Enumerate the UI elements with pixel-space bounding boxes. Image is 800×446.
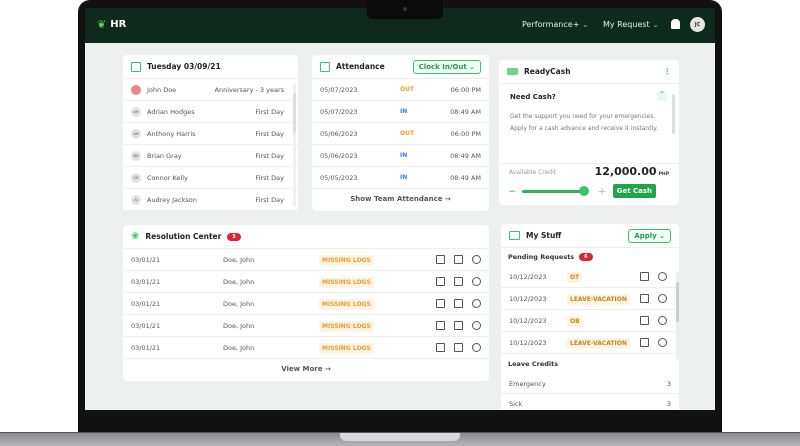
leave-credit-row: Sick 3	[501, 394, 679, 410]
mail-icon[interactable]	[454, 343, 463, 352]
plus-button[interactable]: +	[598, 185, 607, 198]
request-row: 10/12/2023 LEAVE-VACATION	[501, 332, 679, 354]
calendar-check-icon	[320, 61, 330, 72]
resolution-row: 03/01/21 Doe, John MISSING LOGS	[123, 315, 489, 337]
calendar-row[interactable]: AJ Audrey Jackson First Day	[123, 189, 298, 211]
user-initials-avatar: AH	[131, 128, 141, 139]
status-badge: MISSING LOGS	[319, 342, 374, 354]
leave-credit-row: Emergency 3	[501, 374, 679, 394]
edit-icon[interactable]	[640, 272, 649, 281]
edit-icon[interactable]	[640, 338, 649, 347]
minus-button[interactable]: —	[509, 187, 516, 195]
request-type-badge: LEAVE-VACATION	[567, 293, 630, 305]
mail-icon[interactable]	[454, 299, 463, 308]
logo[interactable]: ❦ HR	[97, 18, 126, 31]
count-badge: 5	[227, 232, 241, 241]
more-icon[interactable]: ⋮	[664, 67, 672, 76]
edit-icon[interactable]	[436, 321, 445, 330]
mail-icon[interactable]	[454, 255, 463, 264]
request-row: 10/12/2023 LEAVE-VACATION	[501, 288, 679, 310]
user-initials-avatar: AJ	[131, 194, 141, 205]
mail-icon[interactable]	[454, 321, 463, 330]
remove-icon[interactable]	[472, 255, 481, 264]
resolution-row: 03/01/21 Doe, John MISSING LOGS	[123, 271, 489, 293]
my-stuff-card: My Stuff Apply ⌄ Pending Requests 6 10/12/…	[501, 224, 679, 410]
attendance-row: 05/06/2023 OUT 06:00 PM	[312, 123, 489, 145]
slider-knob[interactable]	[578, 185, 589, 196]
resolution-center-card: ❀ Resolution Center 5 03/01/21 Doe, John MIS…	[123, 225, 489, 381]
remove-icon[interactable]	[472, 299, 481, 308]
request-row: 10/12/2023 OB	[501, 310, 679, 332]
calendar-row[interactable]: CK Connor Kelly First Day	[123, 167, 298, 189]
bell-icon[interactable]	[671, 19, 680, 29]
show-team-attendance-link[interactable]: Show Team Attendance →	[312, 189, 489, 209]
edit-icon[interactable]	[436, 343, 445, 352]
status-badge: MISSING LOGS	[319, 254, 374, 266]
resolution-row: 03/01/21 Doe, John MISSING LOGS	[123, 337, 489, 359]
attendance-row: 05/07/2023 OUT 06:00 PM	[312, 79, 489, 101]
camera-notch	[367, 0, 443, 19]
need-cash-heading: Need Cash?	[510, 93, 556, 101]
edit-icon[interactable]	[436, 277, 445, 286]
resolution-row: 03/01/21 Doe, John MISSING LOGS	[123, 293, 489, 315]
nav-performance[interactable]: Performance+ ⌄	[522, 20, 589, 29]
clock-in-out-button[interactable]: Clock In/Out ⌄	[412, 59, 481, 74]
cancel-icon[interactable]	[658, 338, 667, 347]
edit-icon[interactable]	[436, 255, 445, 264]
cancel-icon[interactable]	[658, 294, 667, 303]
edit-icon[interactable]	[640, 294, 649, 303]
user-photo	[131, 84, 141, 95]
user-initials-avatar: CK	[131, 172, 141, 183]
request-row: 10/12/2023 OT	[501, 266, 679, 288]
chevron-down-icon: ⌄	[652, 20, 659, 29]
remove-icon[interactable]	[472, 277, 481, 286]
edit-icon[interactable]	[640, 316, 649, 325]
request-type-badge: LEAVE-VACATION	[567, 337, 630, 349]
cancel-icon[interactable]	[658, 316, 667, 325]
calendar-row[interactable]: AH Anthony Harris First Day	[123, 123, 298, 145]
calendar-card: Tuesday 03/09/21 John Doe Anniversary - 3…	[123, 55, 298, 211]
status-badge: MISSING LOGS	[319, 320, 374, 332]
cash-icon	[507, 68, 518, 75]
attendance-row: 05/07/2023 IN 08:49 AM	[312, 101, 489, 123]
mail-icon[interactable]	[454, 277, 463, 286]
attendance-card: Attendance Clock In/Out ⌄ 05/07/2023 OUT 06…	[312, 55, 489, 211]
cancel-icon[interactable]	[658, 272, 667, 281]
remove-icon[interactable]	[472, 321, 481, 330]
leaf-icon: ❦	[97, 18, 107, 31]
handshake-icon: ❀	[131, 231, 140, 242]
user-initials-avatar: AH	[131, 106, 141, 117]
status-badge: MISSING LOGS	[319, 276, 374, 288]
user-initials-avatar: BG	[131, 150, 141, 161]
calendar-row[interactable]: BG Brian Gray First Day	[123, 145, 298, 167]
chevron-down-icon: ⌄	[581, 20, 589, 29]
remove-icon[interactable]	[472, 343, 481, 352]
nav-my-request[interactable]: My Request ⌄	[603, 20, 659, 29]
apply-button[interactable]: Apply ⌄	[628, 228, 671, 243]
folder-icon	[509, 231, 520, 240]
pending-count-badge: 6	[579, 253, 593, 261]
avatar[interactable]: JC	[690, 17, 705, 32]
credit-slider[interactable]	[521, 185, 589, 196]
edit-icon[interactable]	[436, 299, 445, 308]
get-cash-button[interactable]: Get Cash	[612, 184, 657, 198]
request-type-badge: OT	[567, 271, 583, 283]
chevron-up-icon[interactable]: ^	[657, 91, 667, 101]
calendar-row[interactable]: John Doe Anniversary - 3 years	[123, 79, 298, 101]
request-type-badge: OB	[567, 315, 583, 327]
screen: ❦ HR Performance+ ⌄ My Request ⌄ JC Tuesd…	[85, 8, 715, 410]
readycash-card: ReadyCash ⋮ Need Cash? ^ Get the support …	[499, 60, 679, 205]
calendar-icon	[131, 61, 141, 72]
attendance-row: 05/06/2023 IN 08:49 AM	[312, 145, 489, 167]
view-more-link[interactable]: View More →	[123, 359, 489, 379]
resolution-row: 03/01/21 Doe, John MISSING LOGS	[123, 249, 489, 271]
attendance-row: 05/05/2023 IN 08:49 AM	[312, 167, 489, 189]
laptop-base	[0, 432, 800, 446]
status-badge: MISSING LOGS	[319, 298, 374, 310]
calendar-row[interactable]: AH Adrian Hodges First Day	[123, 101, 298, 123]
